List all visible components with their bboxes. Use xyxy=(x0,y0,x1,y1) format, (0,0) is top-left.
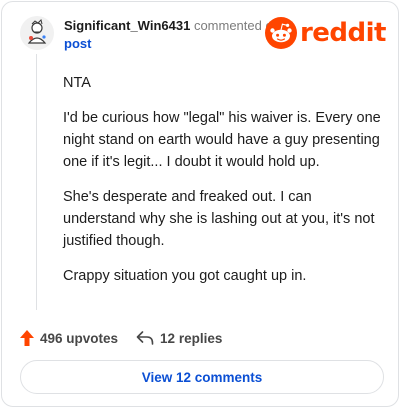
comment-meta: Significant_Win6431 commented on post xyxy=(64,17,284,53)
author-username[interactable]: Significant_Win6431 xyxy=(64,18,190,33)
comment-paragraph: I'd be curious how "legal" his waiver is… xyxy=(63,110,381,170)
post-link[interactable]: post xyxy=(64,36,91,51)
reddit-wordmark: reddit xyxy=(299,18,387,48)
comment-paragraph: NTA xyxy=(63,75,91,91)
comment-actions: 496 upvotes 12 replies xyxy=(20,326,222,350)
comment-header: Significant_Win6431 commented on post re… xyxy=(20,16,387,54)
comment-paragraph: Crappy situation you got caught up in. xyxy=(63,268,307,284)
reddit-snoo-icon xyxy=(264,17,297,49)
avatar-illustration-icon xyxy=(20,16,54,50)
thread-line[interactable] xyxy=(36,54,37,310)
view-comments-button[interactable]: View 12 comments xyxy=(20,360,384,394)
upvote-button[interactable]: 496 upvotes xyxy=(20,330,118,346)
comment-paragraph: She's desperate and freaked out. I can u… xyxy=(63,189,375,249)
comment-body: NTA I'd be curious how "legal" his waive… xyxy=(63,72,383,300)
comment-card: Significant_Win6431 commented on post re… xyxy=(1,1,399,407)
reply-arrow-icon xyxy=(136,331,154,345)
replies-button[interactable]: 12 replies xyxy=(136,331,222,346)
reddit-logo[interactable]: reddit xyxy=(264,16,387,50)
upvote-count: 496 upvotes xyxy=(40,330,119,346)
upvote-arrow-icon xyxy=(20,330,34,346)
replies-count: 12 replies xyxy=(160,330,223,346)
user-avatar[interactable] xyxy=(20,16,54,50)
